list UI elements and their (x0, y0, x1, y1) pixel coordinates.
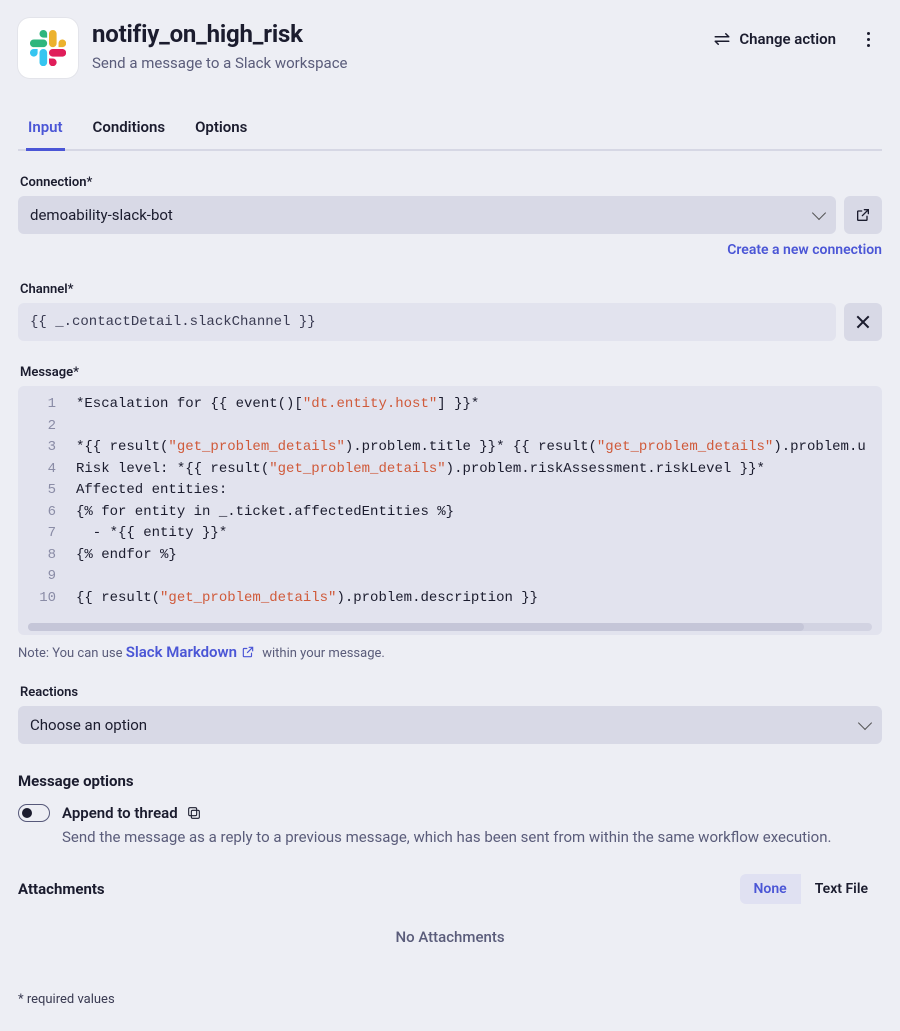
tab-input[interactable]: Input (26, 108, 65, 151)
connection-select[interactable]: demoability-slack-bot (18, 196, 836, 234)
slack-icon (30, 30, 66, 66)
slack-markdown-link[interactable]: Slack Markdown (126, 643, 259, 661)
change-action-label: Change action (739, 30, 836, 48)
attachment-none-button[interactable]: None (740, 874, 801, 904)
reactions-select[interactable]: Choose an option (18, 706, 882, 744)
channel-input[interactable]: {{ _.contactDetail.slackChannel }} (18, 303, 836, 341)
connection-label: Connection* (20, 175, 882, 190)
clear-channel-button[interactable] (844, 303, 882, 341)
page-subtitle: Send a message to a Slack workspace (92, 54, 691, 72)
copy-icon[interactable] (186, 805, 202, 821)
tab-options[interactable]: Options (193, 108, 249, 151)
tab-conditions[interactable]: Conditions (91, 108, 168, 151)
editor-gutter: 12345678910 (18, 386, 66, 617)
open-connection-button[interactable] (844, 196, 882, 234)
connection-value: demoability-slack-bot (30, 206, 173, 224)
external-link-icon (855, 207, 871, 223)
editor-body[interactable]: *Escalation for {{ event()["dt.entity.ho… (66, 386, 882, 617)
reactions-value: Choose an option (30, 716, 147, 734)
swap-icon (713, 32, 731, 46)
append-to-thread-toggle[interactable] (18, 804, 50, 822)
attachment-textfile-button[interactable]: Text File (801, 874, 882, 904)
tabs: Input Conditions Options (18, 108, 882, 151)
attachments-segment: None Text File (740, 874, 882, 904)
append-label: Append to thread (62, 804, 178, 822)
change-action-button[interactable]: Change action (705, 24, 844, 54)
page-title: notifiy_on_high_risk (92, 20, 691, 48)
editor-h-scrollbar[interactable] (28, 623, 872, 631)
message-label: Message* (20, 365, 882, 380)
required-note: * required values (18, 992, 882, 1007)
message-options-heading: Message options (18, 772, 882, 790)
no-attachments-text: No Attachments (18, 928, 882, 946)
attachments-heading: Attachments (18, 880, 740, 898)
channel-label: Channel* (20, 282, 882, 297)
reactions-label: Reactions (20, 685, 882, 700)
slack-logo-tile (18, 18, 78, 78)
message-editor[interactable]: 12345678910 *Escalation for {{ event()["… (18, 386, 882, 635)
channel-value: {{ _.contactDetail.slackChannel }} (30, 314, 316, 330)
create-connection-link[interactable]: Create a new connection (727, 242, 882, 258)
chevron-down-icon (858, 716, 872, 730)
external-link-icon (241, 645, 255, 659)
message-note: Note: You can use Slack Markdown within … (18, 643, 882, 661)
chevron-down-icon (812, 206, 826, 220)
more-menu-button[interactable] (854, 26, 882, 53)
append-description: Send the message as a reply to a previou… (62, 828, 882, 846)
